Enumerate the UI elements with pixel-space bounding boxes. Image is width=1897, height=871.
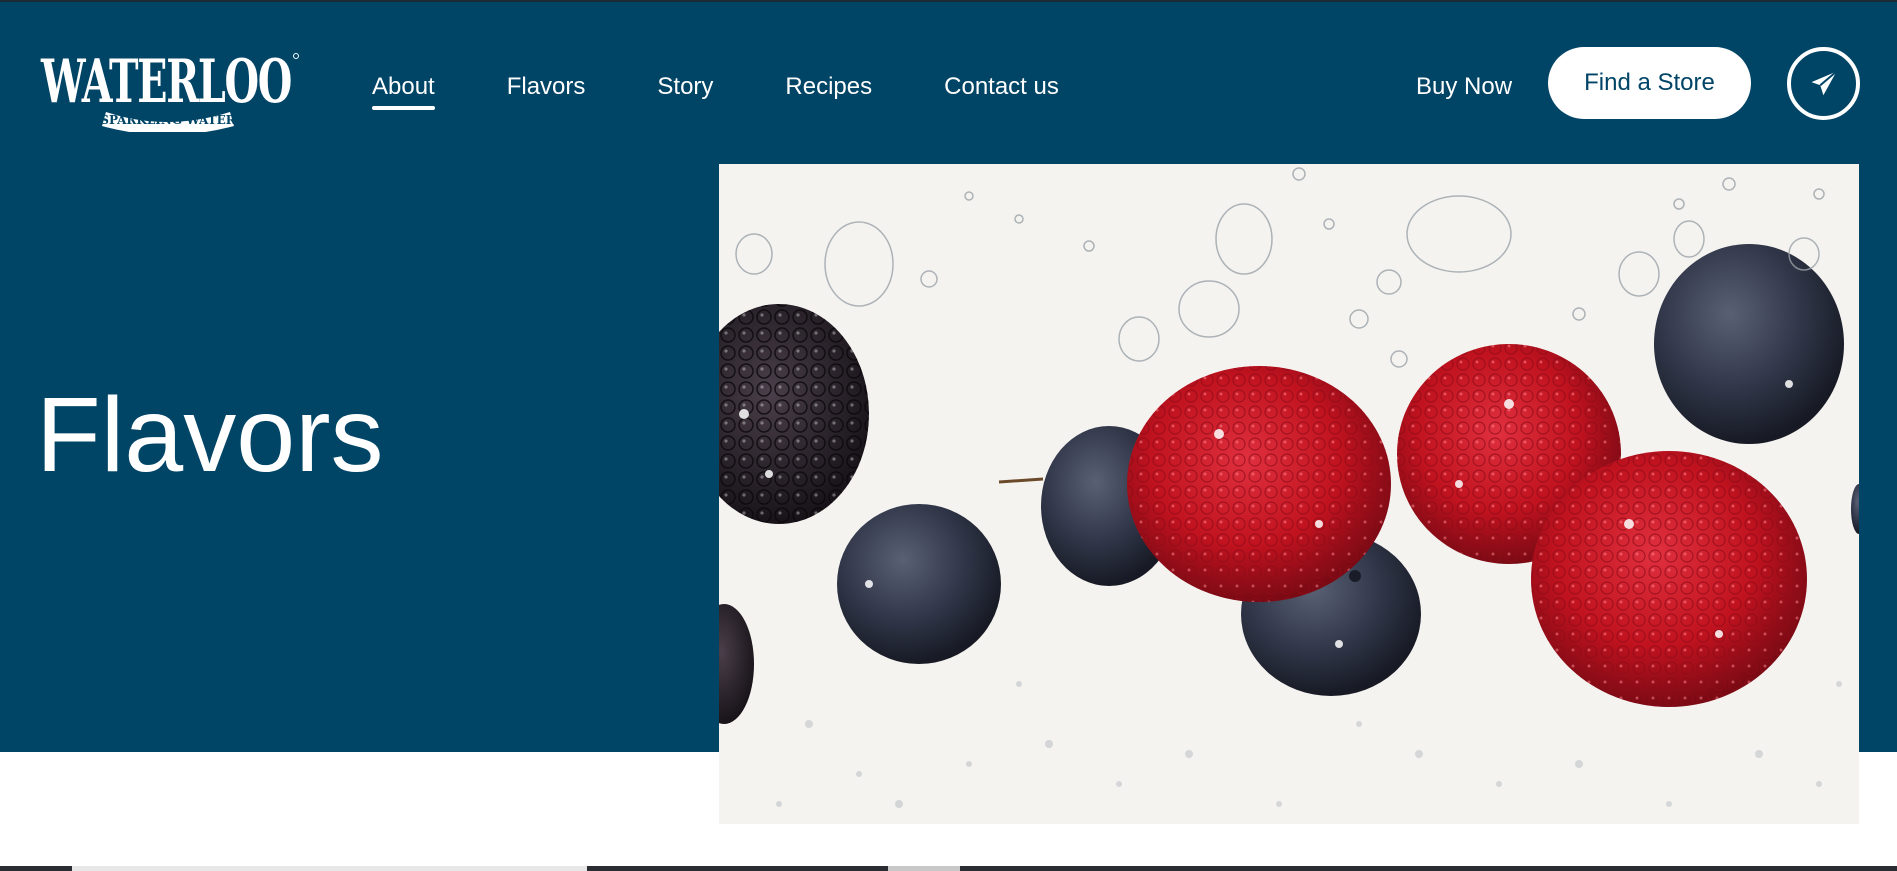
page-title: Flavors (36, 376, 384, 494)
hero-image (719, 164, 1859, 824)
waterloo-logo[interactable]: WATERLOO SPARKLING WATER (34, 20, 302, 132)
nav-item-flavors[interactable]: Flavors (507, 70, 586, 110)
nav-item-recipes[interactable]: Recipes (785, 70, 872, 110)
logo-tagline: SPARKLING WATER (100, 113, 236, 127)
logo-wordmark: WATERLOO (40, 47, 291, 117)
top-border (0, 0, 1897, 2)
nav-item-about[interactable]: About (372, 70, 435, 110)
bottom-scroll-strip (0, 866, 1897, 871)
main-nav: About Flavors Story Recipes Contact us (372, 70, 1059, 110)
nav-item-story[interactable]: Story (657, 70, 713, 110)
buy-now-link[interactable]: Buy Now (1416, 70, 1512, 104)
send-button[interactable] (1787, 47, 1860, 120)
berries-in-water-image (719, 164, 1859, 824)
find-a-store-button[interactable]: Find a Store (1548, 47, 1751, 119)
paper-plane-icon (1811, 70, 1837, 95)
nav-item-contact-us[interactable]: Contact us (944, 70, 1059, 110)
